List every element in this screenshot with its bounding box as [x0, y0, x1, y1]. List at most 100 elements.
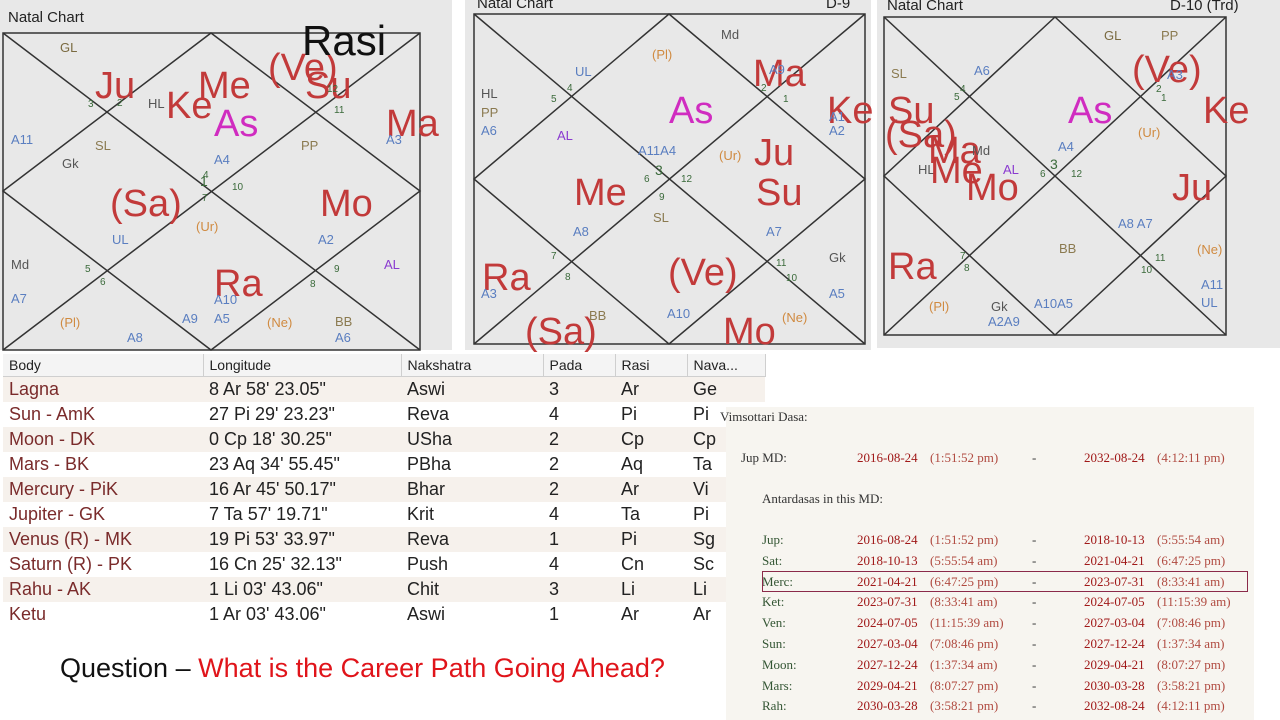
- navamsa-house-label: A11A4: [638, 143, 676, 158]
- ad-end-date: 2021-04-21: [1084, 552, 1145, 568]
- rasi-cell: Li: [615, 577, 687, 602]
- navamsa-house-label: (Pl): [652, 47, 672, 62]
- navamsa-house-label: 7: [551, 251, 557, 262]
- navamsa-house-label: 4: [567, 83, 573, 94]
- md-end-date: 2032-08-24: [1084, 450, 1145, 465]
- rasi-house-label: (Sa): [110, 183, 182, 225]
- antardasa-row: Ven: 2024-07-05 (11:15:39 am) - 2027-03-04 (7…: [726, 615, 1254, 635]
- nakshatra-cell: Reva: [401, 402, 543, 427]
- column-header-rasi[interactable]: Rasi: [615, 354, 688, 377]
- antardasa-row: Sun: 2027-03-04 (7:08:46 pm) - 2027-12-24 (1:…: [726, 636, 1254, 656]
- dasamsa-house-label: GL: [1104, 28, 1121, 43]
- ad-start-date: 2029-04-21: [857, 677, 918, 693]
- dasamsa-house-label: Gk: [991, 299, 1008, 314]
- navamsa-chart-panel: Natal Chart D-9 Md (Pl) Ma A9 UL HL PP A6 5 4 2 1 As…: [465, 0, 873, 353]
- nakshatra-cell: Reva: [401, 527, 543, 552]
- nakshatra-cell: Aswi: [401, 602, 543, 627]
- antardasa-row: Mars: 2029-04-21 (8:07:27 pm) - 2030-03-28 (3…: [726, 678, 1254, 698]
- current-antardasa-highlight: [762, 571, 1248, 592]
- ad-end-date: 2029-04-21: [1084, 656, 1145, 672]
- rasi-house-label: 8: [310, 279, 316, 290]
- longitude-cell: 27 Pi 29' 23.23": [203, 402, 401, 427]
- dasamsa-house-label: Ra: [888, 246, 937, 288]
- ad-planet: Sun:: [762, 636, 786, 651]
- column-header-nakshatra[interactable]: Nakshatra: [401, 354, 544, 377]
- dasamsa-house-label: 1: [1161, 93, 1167, 104]
- table-row[interactable]: Rahu - AK 1 Li 03' 43.06" Chit 3 Li Li: [3, 577, 765, 602]
- pada-cell: 3: [543, 577, 615, 602]
- table-row[interactable]: Jupiter - GK 7 Ta 57' 19.71" Krit 4 Ta P…: [3, 502, 765, 527]
- rasi-house-label: 2: [117, 98, 123, 109]
- table-row[interactable]: Venus (R) - MK 19 Pi 53' 33.97" Reva 1 P…: [3, 527, 765, 552]
- navamsa-house-label: Me: [574, 172, 627, 214]
- rasi-house-label: As: [214, 103, 258, 145]
- body-cell: Moon - DK: [3, 427, 203, 452]
- rasi-chart-diagram: GLJu KeMe (Ve)SuAsHL3 21211 MaA3A11 SLGk A4PP1…: [1, 17, 440, 351]
- table-header-row: Body Longitude Nakshatra Pada Rasi Nava.…: [3, 354, 766, 377]
- pada-cell: 1: [543, 527, 615, 552]
- dasamsa-house-label: Ju: [1172, 167, 1212, 209]
- rasi-house-label: A9: [182, 311, 198, 326]
- longitude-cell: 19 Pi 53' 33.97": [203, 527, 401, 552]
- dasamsa-house-label: (Ne): [1197, 242, 1222, 257]
- dasamsa-house-label: Ke: [1203, 90, 1249, 132]
- ad-end-date: 2027-03-04: [1084, 615, 1145, 631]
- longitude-cell: 1 Ar 03' 43.06": [203, 602, 401, 627]
- dasamsa-house-label: A4: [1058, 139, 1074, 154]
- navamsa-house-label: A3: [481, 286, 497, 301]
- pada-cell: 2: [543, 427, 615, 452]
- ad-end-date: 2024-07-05: [1084, 594, 1145, 610]
- table-row[interactable]: Lagna 8 Ar 58' 23.05" Aswi 3 Ar Ge: [3, 376, 765, 402]
- antardasa-row: Sat: 2018-10-13 (5:55:54 am) - 2021-04-21 (6:…: [726, 553, 1254, 573]
- rasi-house-label: A4: [214, 152, 230, 167]
- pada-cell: 1: [543, 602, 615, 627]
- pada-cell: 4: [543, 502, 615, 527]
- ad-dash: -: [1032, 532, 1037, 547]
- navamsa-house-label: (Ur): [719, 148, 741, 163]
- ad-dash: -: [1032, 615, 1037, 631]
- pada-cell: 2: [543, 477, 615, 502]
- table-row[interactable]: Mercury - PiK 16 Ar 45' 50.17" Bhar 2 Ar…: [3, 477, 765, 502]
- rasi-house-label: AL: [384, 257, 400, 272]
- navamsa-house-label: 2: [761, 83, 767, 94]
- table-row[interactable]: Ketu 1 Ar 03' 43.06" Aswi 1 Ar Ar: [3, 602, 765, 627]
- column-header-body[interactable]: Body: [3, 354, 204, 377]
- dasamsa-house-label: A11: [1201, 277, 1223, 292]
- dasamsa-house-label: AL: [1003, 162, 1019, 177]
- table-row[interactable]: Moon - DK 0 Cp 18' 30.25" USha 2 Cp Cp: [3, 427, 765, 452]
- ad-planet: Jup:: [762, 532, 784, 547]
- rasi-cell: Pi: [615, 402, 687, 427]
- nakshatra-cell: PBha: [401, 452, 543, 477]
- ad-start-date: 2027-12-24: [857, 656, 918, 672]
- dasa-title: Vimsottari Dasa:: [720, 409, 808, 424]
- navamsa-house-label: A2: [829, 123, 845, 138]
- dasamsa-house-label: 10: [1141, 265, 1153, 276]
- ad-end-date: 2018-10-13: [1084, 532, 1145, 547]
- table-row[interactable]: Saturn (R) - PK 16 Cn 25' 32.13" Push 4 …: [3, 552, 765, 577]
- column-header-pada[interactable]: Pada: [543, 354, 616, 377]
- nakshatra-cell: Chit: [401, 577, 543, 602]
- ad-end-date: 2030-03-28: [1084, 677, 1145, 693]
- navamsa-house-label: 12: [681, 174, 693, 185]
- md-end-time: (4:12:11 pm): [1157, 450, 1225, 465]
- dasamsa-house-label: (Pl): [929, 299, 949, 314]
- table-row[interactable]: Sun - AmK 27 Pi 29' 23.23" Reva 4 Pi Pi: [3, 402, 765, 427]
- ad-end-date: 2032-08-24: [1084, 698, 1145, 714]
- navamsa-house-label: 8: [565, 272, 571, 283]
- column-header-longitude[interactable]: Longitude: [203, 354, 402, 377]
- table-row[interactable]: Mars - BK 23 Aq 34' 55.45" PBha 2 Aq Ta: [3, 452, 765, 477]
- dasamsa-house-label: 8: [964, 263, 970, 274]
- rasi-house-label: A3: [386, 132, 402, 147]
- rasi-house-label: 11: [334, 105, 345, 116]
- navamsa-house-label: A9: [769, 62, 785, 77]
- navamsa-house-label: 3: [655, 162, 663, 178]
- body-cell: Rahu - AK: [3, 577, 203, 602]
- column-header-navamsa[interactable]: Nava...: [687, 354, 766, 377]
- md-start-time: (1:51:52 pm): [930, 450, 999, 465]
- navamsa-house-label: (Sa): [525, 311, 597, 353]
- rasi-cell: Ar: [615, 376, 687, 402]
- md-label: Jup MD:: [741, 450, 787, 465]
- dasamsa-house-label: (Ur): [1138, 125, 1160, 140]
- rasi-house-label: 9: [334, 264, 340, 275]
- nakshatra-cell: Bhar: [401, 477, 543, 502]
